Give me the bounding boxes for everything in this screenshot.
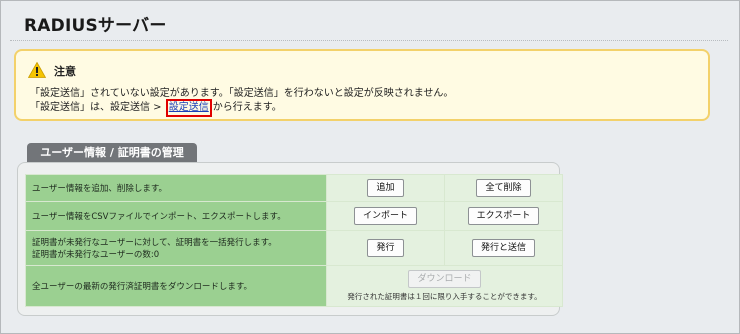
title-divider: [10, 40, 728, 41]
export-button[interactable]: エクスポート: [467, 207, 540, 225]
section-tab-user-cert-management: ユーザー情報 / 証明書の管理: [27, 143, 197, 162]
page-title: RADIUSサーバー: [24, 16, 167, 36]
action-cell: エクスポート: [444, 201, 563, 231]
warning-icon: [28, 62, 46, 78]
action-cell: 追加: [326, 174, 445, 202]
notice-message-line-2: 「設定送信」は、設定送信 > 設定送信 から行えます。: [30, 98, 282, 117]
add-button[interactable]: 追加: [367, 179, 404, 197]
table-row: ユーザー情報をCSVファイルでインポート、エクスポートします。 インポート エク…: [25, 201, 563, 231]
action-cell: 発行: [326, 230, 445, 266]
notice-line2-suffix: から行えます。: [212, 102, 282, 113]
row-description: 全ユーザーの最新の発行済証明書をダウンロードします。: [25, 265, 327, 307]
row-description-line-1: 証明書が未発行なユーザーに対して、証明書を一括発行します。: [32, 238, 277, 248]
notice-message-line-1: 「設定送信」されていない設定があります。「設定送信」を行わないと設定が反映されま…: [30, 88, 454, 99]
issue-button[interactable]: 発行: [367, 239, 404, 257]
action-cell: 全て削除: [444, 174, 563, 202]
action-cell: 発行と送信: [444, 230, 563, 266]
row-description: ユーザー情報をCSVファイルでインポート、エクスポートします。: [25, 201, 327, 231]
table-row: ユーザー情報を追加、削除します。 追加 全て削除: [25, 174, 563, 202]
send-settings-link[interactable]: 設定送信: [165, 99, 212, 117]
management-panel: ユーザー情報を追加、削除します。 追加 全て削除 ユーザー情報をCSVファイルで…: [17, 162, 563, 316]
row-description-line-2: 証明書が未発行なユーザーの数:0: [32, 250, 160, 260]
row-description: 証明書が未発行なユーザーに対して、証明書を一括発行します。 証明書が未発行なユー…: [25, 230, 327, 266]
management-table: ユーザー情報を追加、削除します。 追加 全て削除 ユーザー情報をCSVファイルで…: [25, 174, 563, 307]
download-button[interactable]: ダウンロード: [408, 270, 481, 288]
notice-line2-prefix: 「設定送信」は、設定送信 >: [30, 102, 165, 113]
import-button[interactable]: インポート: [353, 207, 417, 225]
notice-heading: 注意: [54, 65, 76, 78]
table-row: 証明書が未発行なユーザーに対して、証明書を一括発行します。 証明書が未発行なユー…: [25, 230, 563, 266]
download-note: 発行された証明書は１回に限り入手することができます。: [347, 292, 542, 301]
action-cell: ダウンロード 発行された証明書は１回に限り入手することができます。: [326, 265, 563, 307]
issue-and-send-button[interactable]: 発行と送信: [471, 239, 535, 257]
table-row: 全ユーザーの最新の発行済証明書をダウンロードします。 ダウンロード 発行された証…: [25, 265, 563, 307]
action-cell: インポート: [326, 201, 445, 231]
row-description: ユーザー情報を追加、削除します。: [25, 174, 327, 202]
notice-box: 注意 「設定送信」されていない設定があります。「設定送信」を行わないと設定が反映…: [14, 49, 710, 121]
delete-all-button[interactable]: 全て削除: [476, 179, 531, 197]
